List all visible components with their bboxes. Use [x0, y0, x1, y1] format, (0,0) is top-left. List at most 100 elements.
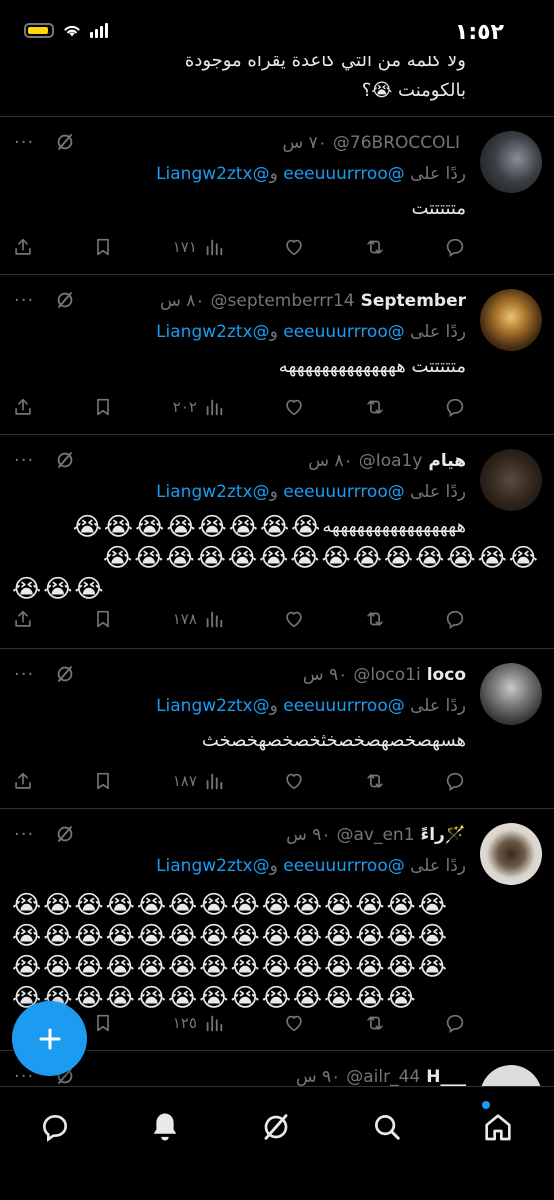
reply-icon[interactable]	[444, 1012, 466, 1034]
tweet-item[interactable]: ··· راءً🪄 @av_en1 ٩٠ س ردًا على @eeeuuur…	[0, 809, 554, 1051]
reply-context: ردًا على @eeeuuurrroo و@Liangw2ztx	[14, 159, 466, 189]
emoji-line: 😭😭😭😭😭😭😭😭😭😭😭😭😭😭	[12, 952, 449, 981]
previous-tweet-fragment[interactable]: ولا كلمه من التي كاعدة يقراه موجودة بالك…	[0, 56, 554, 117]
user-handle[interactable]: @av_en1	[336, 825, 414, 845]
views-button[interactable]: ١٨٧	[173, 770, 225, 792]
tweet-header: September @septemberrr14 ٨٠ س	[14, 285, 466, 317]
user-handle[interactable]: @loco1i	[353, 665, 420, 685]
avatar[interactable]	[480, 1065, 542, 1086]
display-name[interactable]: loco	[427, 665, 466, 685]
retweet-icon[interactable]	[364, 608, 386, 630]
mention-join: و	[269, 164, 278, 184]
views-icon	[203, 396, 225, 418]
like-icon[interactable]	[283, 396, 305, 418]
compose-button[interactable]	[12, 1001, 87, 1076]
emoji-line: 😭😭😭😭😭😭😭😭😭😭😭😭😭😭	[12, 921, 449, 950]
mention-link[interactable]: @Liangw2ztx	[156, 696, 270, 716]
reply-context: ردًا على @eeeuuurrroo و@Liangw2ztx	[14, 317, 466, 347]
timestamp[interactable]: ٩٠ س	[296, 1067, 340, 1086]
views-icon	[203, 1012, 225, 1034]
like-icon[interactable]	[283, 236, 305, 258]
retweet-icon[interactable]	[364, 236, 386, 258]
new-posts-indicator	[482, 1101, 490, 1109]
mention-link[interactable]: @Liangw2ztx	[156, 164, 270, 184]
reply-icon[interactable]	[444, 608, 466, 630]
emoji-line: 😭😭😭😭😭😭😭😭😭😭😭😭😭😭	[12, 890, 449, 919]
retweet-icon[interactable]	[364, 1012, 386, 1034]
mention-link[interactable]: @Liangw2ztx	[156, 322, 270, 342]
emoji-line: 😭😭😭😭😭😭😭😭😭😭😭😭😭😭	[103, 543, 540, 572]
compose-icon	[39, 1028, 60, 1049]
avatar[interactable]	[480, 131, 542, 193]
tweet-item[interactable]: ··· @76BROCCOLI ٧٠ س ردًا على @eeeuuurrr…	[0, 117, 554, 275]
avatar[interactable]	[480, 823, 542, 885]
fragment-line-2: بالكومنت 😭؟	[361, 80, 466, 101]
mention-link[interactable]: @eeeuuurrroo	[283, 164, 405, 184]
tweet-header: H___ @ailr_44 ٩٠ س	[14, 1061, 466, 1086]
like-icon[interactable]	[283, 770, 305, 792]
nav-messages[interactable]	[35, 1107, 75, 1147]
display-name[interactable]: هيام	[428, 451, 466, 471]
timeline-feed[interactable]: ولا كلمه من التي كاعدة يقراه موجودة بالك…	[0, 56, 554, 1086]
mention-link[interactable]: @Liangw2ztx	[156, 856, 270, 876]
views-button[interactable]: ١٢٥	[173, 1012, 225, 1034]
fragment-line-1: ولا كلمه من التي كاعدة يقراه موجودة	[184, 56, 466, 71]
reply-icon[interactable]	[444, 236, 466, 258]
like-icon[interactable]	[283, 608, 305, 630]
reply-icon[interactable]	[444, 396, 466, 418]
display-name[interactable]: H___	[426, 1067, 466, 1086]
bookmark-icon[interactable]	[92, 770, 114, 792]
display-name[interactable]: راءً🪄	[421, 825, 466, 845]
share-icon[interactable]	[12, 396, 34, 418]
mention-link[interactable]: @eeeuuurrroo	[283, 856, 405, 876]
tweet-item[interactable]: ··· September @septemberrr14 ٨٠ س ردًا ع…	[0, 275, 554, 435]
timestamp[interactable]: ٩٠ س	[303, 665, 347, 685]
retweet-icon[interactable]	[364, 770, 386, 792]
mention-link[interactable]: @eeeuuurrroo	[283, 482, 405, 502]
tweet-actions: ١٨٧	[12, 767, 466, 795]
bookmark-icon[interactable]	[92, 608, 114, 630]
nav-notifications[interactable]	[145, 1107, 185, 1147]
retweet-icon[interactable]	[364, 396, 386, 418]
share-icon[interactable]	[12, 770, 34, 792]
tweet-item[interactable]: ··· H___ @ailr_44 ٩٠ س	[0, 1051, 554, 1086]
avatar[interactable]	[480, 663, 542, 725]
avatar[interactable]	[480, 289, 542, 351]
reply-icon[interactable]	[444, 770, 466, 792]
mention-join: و	[269, 696, 278, 716]
notifications-icon	[153, 1113, 177, 1141]
reply-prefix: ردًا على	[410, 482, 466, 502]
views-button[interactable]: ١٧١	[173, 236, 225, 258]
timestamp[interactable]: ٨٠ س	[160, 291, 204, 311]
share-icon[interactable]	[12, 608, 34, 630]
timestamp[interactable]: ٧٠ س	[282, 133, 326, 153]
nav-home[interactable]	[478, 1101, 518, 1147]
display-name[interactable]: September	[361, 291, 466, 311]
bookmark-icon[interactable]	[92, 396, 114, 418]
user-handle[interactable]: @ailr_44	[346, 1067, 420, 1086]
emoji-line: 😭😭😭😭😭😭😭😭	[72, 512, 323, 541]
share-icon[interactable]	[12, 236, 34, 258]
mention-link[interactable]: @Liangw2ztx	[156, 482, 270, 502]
tweet-text: هسهصخصهصخصخثخصخصهخصخث	[201, 730, 466, 751]
bookmark-icon[interactable]	[92, 1012, 114, 1034]
mention-link[interactable]: @eeeuuurrroo	[283, 322, 405, 342]
bookmark-icon[interactable]	[92, 236, 114, 258]
tweet-item[interactable]: ··· loco @loco1i ٩٠ س ردًا على @eeeuuurr…	[0, 649, 554, 809]
views-button[interactable]: ٢٠٢	[173, 396, 225, 418]
views-count: ١٧٨	[172, 610, 197, 628]
tweet-item[interactable]: ··· هيام @Ioa1y ٨٠ س ردًا على @eeeuuurrr…	[0, 435, 554, 649]
nav-search[interactable]	[367, 1107, 407, 1147]
timestamp[interactable]: ٨٠ س	[308, 451, 352, 471]
timestamp[interactable]: ٩٠ س	[286, 825, 330, 845]
views-icon	[203, 236, 225, 258]
user-handle[interactable]: @Ioa1y	[359, 451, 423, 471]
reply-context: ردًا على @eeeuuurrroo و@Liangw2ztx	[14, 851, 466, 881]
avatar[interactable]	[480, 449, 542, 511]
nav-grok[interactable]	[256, 1107, 296, 1147]
mention-link[interactable]: @eeeuuurrroo	[283, 696, 405, 716]
like-icon[interactable]	[283, 1012, 305, 1034]
user-handle[interactable]: @76BROCCOLI	[333, 133, 460, 153]
views-button[interactable]: ١٧٨	[173, 608, 225, 630]
user-handle[interactable]: @septemberrr14	[211, 291, 355, 311]
